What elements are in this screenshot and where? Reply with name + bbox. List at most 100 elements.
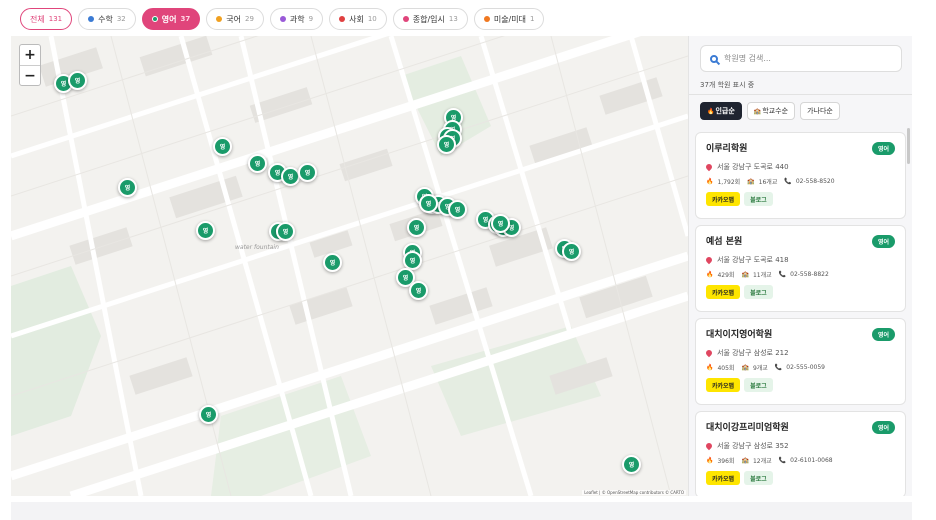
view-count: 429회 [717, 272, 735, 279]
filter-label: 국어 [226, 14, 241, 24]
filter-label: 종합/입시 [412, 14, 445, 24]
filter-label: 사회 [349, 14, 364, 24]
search-input[interactable]: 학원명 검색... [700, 45, 902, 72]
location-pin-icon [704, 441, 714, 451]
academy-marker[interactable]: 영 [68, 71, 87, 90]
school-count: 11개교 [752, 272, 772, 279]
academy-marker[interactable]: 영 [323, 253, 342, 272]
school-icon: 🏫 [753, 107, 762, 115]
academy-marker[interactable]: 영 [196, 221, 215, 240]
filter-social[interactable]: 사회 10 [329, 8, 387, 30]
subject-badge: 영어 [871, 142, 895, 155]
academy-map[interactable]: + − water fountain 영영영영영영영영영영영영영영영영영영영영영… [11, 36, 688, 496]
kakao-map-button[interactable]: 카카오맵 [706, 192, 741, 206]
map-tiles [11, 36, 688, 496]
fire-icon: 🔥 [707, 107, 715, 115]
academy-marker[interactable]: 영 [298, 163, 317, 182]
sort-label: 인급순 [715, 107, 735, 115]
english-dot-icon [151, 16, 158, 22]
filter-art[interactable]: 미술/미대 1 [473, 8, 545, 30]
kakao-map-button[interactable]: 카카오맵 [706, 285, 741, 299]
phone-number[interactable]: 02-555-0059 [786, 364, 825, 371]
academy-marker[interactable]: 영 [622, 455, 641, 474]
blog-button[interactable]: 블로그 [744, 378, 773, 392]
location-pin-icon [704, 348, 714, 358]
academy-card[interactable]: 대치이지영어학원 영어 서울 강남구 삼성로 212 🔥 405회 🏫 9개교 📞 0… [695, 318, 906, 405]
academy-marker[interactable]: 영 [281, 167, 300, 186]
academy-marker[interactable]: 영 [213, 137, 232, 156]
academy-address: 서울 강남구 도곡로 440 [717, 163, 789, 171]
map-attribution[interactable]: Leaflet | © OpenStreetMap contributors ©… [582, 490, 686, 495]
view-count: 1,792회 [717, 179, 741, 186]
academy-marker[interactable]: 영 [407, 218, 426, 237]
fire-icon: 🔥 [706, 178, 714, 185]
kakao-map-button[interactable]: 카카오맵 [706, 471, 741, 485]
academy-marker[interactable]: 영 [248, 154, 267, 173]
filter-count: 1 [529, 15, 535, 23]
academy-card[interactable]: 이루리학원 영어 서울 강남구 도곡로 440 🔥 1,792회 🏫 16개교 📞 0… [695, 132, 906, 219]
zoom-out-button[interactable]: − [20, 65, 40, 85]
fire-icon: 🔥 [706, 457, 714, 464]
zoom-in-button[interactable]: + [20, 45, 40, 65]
academy-address: 서울 강남구 삼성로 352 [717, 442, 789, 450]
academy-marker[interactable]: 영 [448, 200, 467, 219]
blog-button[interactable]: 블로그 [744, 192, 773, 206]
filter-korean[interactable]: 국어 29 [206, 8, 264, 30]
filter-count: 13 [448, 15, 458, 23]
result-count: 37개 학원 표시 중 [700, 81, 755, 89]
academy-card[interactable]: 예섬 본원 영어 서울 강남구 도곡로 418 🔥 429회 🏫 11개교 📞 02-… [695, 225, 906, 312]
academy-marker[interactable]: 영 [419, 194, 438, 213]
filter-label: 전체 [30, 14, 45, 24]
fire-icon: 🔥 [706, 271, 714, 278]
art-dot-icon [483, 16, 490, 22]
sort-alphabetical[interactable]: 가나다순 [800, 102, 840, 120]
math-dot-icon [88, 16, 95, 22]
school-count: 12개교 [752, 458, 772, 465]
blog-button[interactable]: 블로그 [744, 471, 773, 485]
school-count: 16개교 [758, 179, 778, 186]
kakao-map-button[interactable]: 카카오맵 [706, 378, 741, 392]
filter-label: 영어 [161, 14, 177, 24]
filter-math[interactable]: 수학 32 [78, 8, 136, 30]
location-pin-icon [704, 162, 714, 172]
academy-marker[interactable]: 영 [562, 242, 581, 261]
academy-marker[interactable]: 영 [491, 214, 510, 233]
phone-number[interactable]: 02-558-8822 [790, 271, 829, 278]
filter-count: 37 [180, 15, 191, 23]
academy-address: 서울 강남구 삼성로 212 [717, 349, 789, 357]
sort-popular[interactable]: 🔥 인급순 [700, 102, 742, 120]
search-icon [710, 54, 718, 63]
academy-card-list: 이루리학원 영어 서울 강남구 도곡로 440 🔥 1,792회 🏫 16개교 📞 0… [695, 132, 906, 496]
phone-icon: 📞 [778, 457, 787, 464]
academy-marker[interactable]: 영 [199, 405, 218, 424]
general-dot-icon [402, 16, 409, 22]
subject-badge: 영어 [871, 235, 895, 248]
phone-icon: 📞 [778, 271, 787, 278]
filter-all[interactable]: 전체 131 [20, 8, 73, 30]
subject-filter-bar: 전체 131 수학 32 영어 37 국어 29 과학 9 사회 10 종합/입… [20, 8, 545, 30]
filter-general[interactable]: 종합/입시 13 [392, 8, 468, 30]
academy-card[interactable]: 대치이강프리미엄학원 영어 서울 강남구 삼성로 352 🔥 396회 🏫 12개교… [695, 411, 906, 496]
sort-schools[interactable]: 🏫 학교수순 [746, 102, 796, 120]
subject-badge: 영어 [871, 328, 895, 341]
search-placeholder: 학원명 검색... [724, 54, 771, 63]
blog-button[interactable]: 블로그 [744, 285, 773, 299]
academy-marker[interactable]: 영 [118, 178, 137, 197]
filter-science[interactable]: 과학 9 [269, 8, 324, 30]
academy-name: 대치이강프리미엄학원 [706, 423, 789, 433]
scrollbar[interactable] [907, 128, 910, 164]
sort-options: 🔥 인급순 🏫 학교수순 가나다순 [700, 102, 840, 120]
filter-english[interactable]: 영어 37 [141, 8, 201, 30]
academy-marker[interactable]: 영 [409, 281, 428, 300]
phone-number[interactable]: 02-6101-0068 [790, 457, 833, 464]
fire-icon: 🔥 [706, 364, 714, 371]
footer-bar [11, 502, 912, 520]
academy-marker[interactable]: 영 [437, 135, 456, 154]
subject-badge: 영어 [871, 421, 895, 434]
filter-label: 과학 [289, 14, 305, 24]
academy-marker[interactable]: 영 [276, 222, 295, 241]
filter-label: 미술/미대 [493, 14, 526, 24]
social-dot-icon [339, 16, 346, 22]
phone-number[interactable]: 02-558-8520 [796, 178, 835, 185]
school-icon: 🏫 [741, 364, 749, 371]
